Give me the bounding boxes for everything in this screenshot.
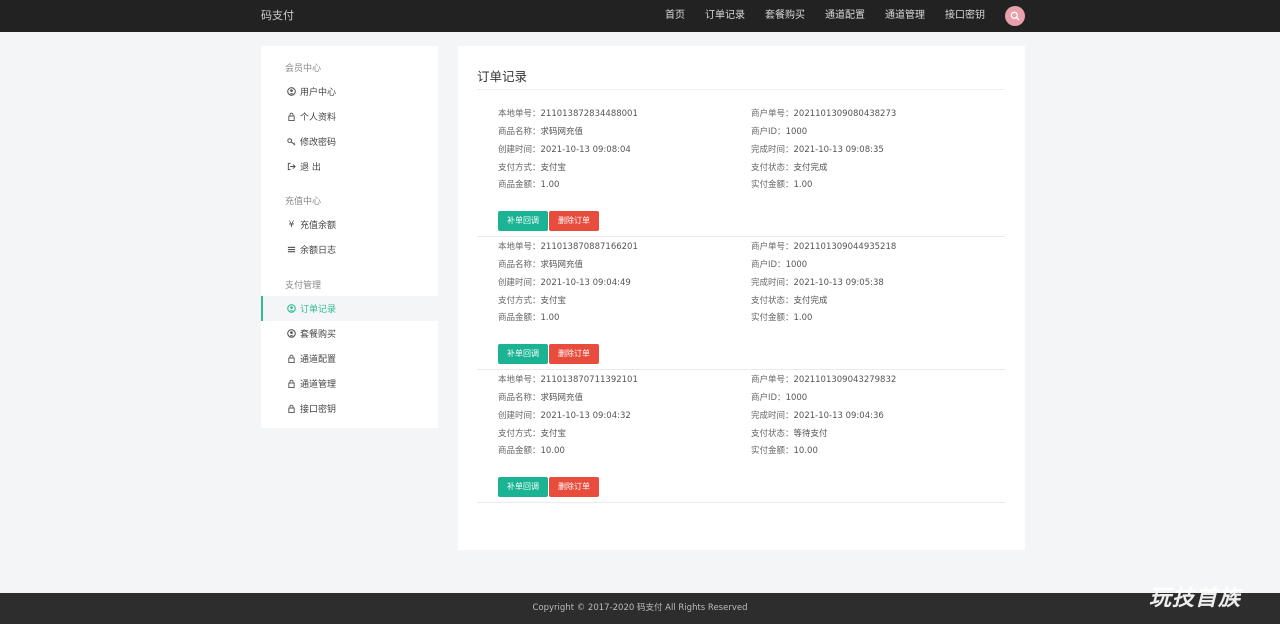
order-local-no: 本地单号：211013870887166201 [498, 242, 638, 252]
order-merchant-no: 商户单号：2021101309044935218 [751, 242, 897, 252]
order-product: 商品名称：求码网充值 [498, 127, 584, 137]
sidebar-item-label: 充值余额 [300, 221, 337, 231]
order-product: 商品名称：求码网充值 [498, 393, 584, 403]
order-completed: 完成时间：2021-10-13 09:08:35 [751, 145, 884, 155]
sidebar-item-channel-config[interactable]: 通道配置 [261, 346, 438, 371]
page-title: 订单记录 [477, 69, 528, 84]
user-circle-icon [287, 329, 296, 338]
lock-icon [287, 112, 296, 121]
avatar[interactable] [1005, 6, 1025, 26]
nav-packages[interactable]: 套餐购买 [765, 0, 805, 32]
nav-channel-config[interactable]: 通道配置 [825, 0, 865, 32]
order-created: 创建时间：2021-10-13 09:04:49 [498, 278, 631, 288]
order-amount: 商品金额：10.00 [498, 446, 565, 456]
order-amount: 商品金额：1.00 [498, 313, 560, 323]
order-merchant-id: 商户ID：1000 [751, 127, 808, 137]
sidebar: 会员中心 用户中心 个人资料 修改密码 退 出 充值中心 ¥ 充值余额 余额日志… [261, 46, 438, 428]
yen-icon: ¥ [288, 219, 295, 230]
sidebar-item-balance-log[interactable]: 余额日志 [261, 237, 438, 262]
order-local-no: 本地单号：211013872834488001 [498, 109, 638, 119]
sidebar-item-label: 通道管理 [300, 380, 337, 390]
order-completed: 完成时间：2021-10-13 09:05:38 [751, 278, 884, 288]
nav-home[interactable]: 首页 [665, 0, 685, 32]
order-merchant-id: 商户ID：1000 [751, 393, 808, 403]
order-created: 创建时间：2021-10-13 09:08:04 [498, 145, 631, 155]
sidebar-item-profile[interactable]: 个人资料 [261, 104, 438, 129]
order-paid: 实付金额：1.00 [751, 180, 813, 190]
sidebar-item-orders[interactable]: 订单记录 [261, 296, 438, 321]
order-card: 本地单号：211013870711392101 商户单号：20211013090… [477, 370, 1005, 503]
sidebar-item-packages[interactable]: 套餐购买 [261, 321, 438, 346]
order-pay-status: 支付状态：支付完成 [751, 163, 828, 173]
order-merchant-no: 商户单号：2021101309043279832 [751, 375, 897, 385]
user-circle-icon [287, 87, 296, 96]
sidebar-item-label: 余额日志 [300, 246, 337, 256]
sidebar-item-api-key[interactable]: 接口密钥 [261, 396, 438, 421]
order-pay-method: 支付方式：支付宝 [498, 163, 567, 173]
sidebar-item-label: 退 出 [300, 163, 321, 173]
delete-order-button[interactable]: 删除订单 [549, 344, 599, 364]
order-completed: 完成时间：2021-10-13 09:04:36 [751, 411, 884, 421]
watermark-logo: 玩技首族 [1149, 586, 1242, 611]
nav-api-key[interactable]: 接口密钥 [945, 0, 985, 32]
sidebar-item-label: 通道配置 [300, 355, 337, 365]
sidebar-item-label: 订单记录 [300, 305, 337, 315]
order-pay-method: 支付方式：支付宝 [498, 296, 567, 306]
brand-logo[interactable]: 码支付 [261, 0, 294, 32]
callback-button[interactable]: 补单回调 [498, 211, 548, 231]
order-card: 本地单号：211013872834488001 商户单号：20211013090… [477, 104, 1005, 237]
sidebar-item-recharge[interactable]: ¥ 充值余额 [261, 212, 438, 237]
order-pay-status: 支付状态：等待支付 [751, 429, 828, 439]
sidebar-item-change-password[interactable]: 修改密码 [261, 129, 438, 154]
nav-orders[interactable]: 订单记录 [705, 0, 745, 32]
order-amount: 商品金额：1.00 [498, 180, 560, 190]
order-local-no: 本地单号：211013870711392101 [498, 375, 638, 385]
callback-button[interactable]: 补单回调 [498, 477, 548, 497]
lock-icon [287, 404, 296, 413]
sign-out-icon [287, 162, 296, 171]
sidebar-section-member: 会员中心 [285, 64, 322, 74]
sidebar-item-label: 套餐购买 [300, 330, 337, 340]
order-pay-status: 支付状态：支付完成 [751, 296, 828, 306]
sidebar-item-label: 用户中心 [300, 88, 337, 98]
callback-button[interactable]: 补单回调 [498, 344, 548, 364]
order-card: 本地单号：211013870887166201 商户单号：20211013090… [477, 237, 1005, 370]
order-panel: 订单记录 本地单号：211013872834488001 商户单号：202110… [458, 46, 1025, 550]
sidebar-item-user-center[interactable]: 用户中心 [261, 79, 438, 104]
order-product: 商品名称：求码网充值 [498, 260, 584, 270]
delete-order-button[interactable]: 删除订单 [549, 211, 599, 231]
list-icon [287, 245, 296, 254]
nav-channel-manage[interactable]: 通道管理 [885, 0, 925, 32]
search-icon [1010, 11, 1020, 21]
key-icon [287, 137, 296, 146]
order-merchant-no: 商户单号：2021101309080438273 [751, 109, 897, 119]
sidebar-item-label: 修改密码 [300, 138, 337, 148]
sidebar-item-label: 接口密钥 [300, 405, 337, 415]
lock-icon [287, 379, 296, 388]
sidebar-item-label: 个人资料 [300, 113, 337, 123]
order-created: 创建时间：2021-10-13 09:04:32 [498, 411, 631, 421]
title-divider [477, 89, 1005, 90]
sidebar-section-payment: 支付管理 [285, 281, 322, 291]
order-pay-method: 支付方式：支付宝 [498, 429, 567, 439]
sidebar-item-channel-manage[interactable]: 通道管理 [261, 371, 438, 396]
order-merchant-id: 商户ID：1000 [751, 260, 808, 270]
top-navbar: 码支付 首页 订单记录 套餐购买 通道配置 通道管理 接口密钥 [0, 0, 1280, 32]
user-circle-icon [287, 304, 296, 313]
footer: Copyright © 2017-2020 码支付 All Rights Res… [0, 593, 1280, 624]
sidebar-item-logout[interactable]: 退 出 [261, 154, 438, 179]
sidebar-section-recharge: 充值中心 [285, 197, 322, 207]
lock-icon [287, 354, 296, 363]
copyright-text: Copyright © 2017-2020 码支付 All Rights Res… [532, 603, 748, 613]
delete-order-button[interactable]: 删除订单 [549, 477, 599, 497]
top-nav: 首页 订单记录 套餐购买 通道配置 通道管理 接口密钥 [645, 0, 985, 32]
order-paid: 实付金额：1.00 [751, 313, 813, 323]
order-paid: 实付金额：10.00 [751, 446, 818, 456]
